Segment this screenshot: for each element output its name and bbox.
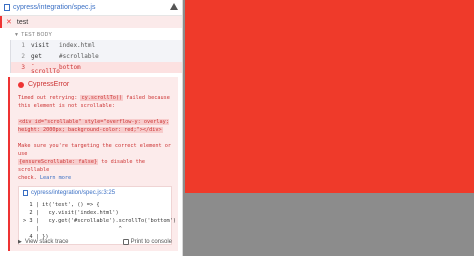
print-icon <box>122 239 129 245</box>
command-name: visit <box>31 42 50 49</box>
error-code: <div id="scrollable" style="overflow-y: … <box>18 119 169 133</box>
test-title[interactable]: test <box>17 19 28 26</box>
error-panel: CypressError Timed out retrying: cy.scro… <box>8 77 178 251</box>
error-title: CypressError <box>28 81 70 88</box>
code-frame: cypress/integration/spec.js:3:25 1 | it(… <box>18 186 177 245</box>
learn-more-link[interactable]: Learn more <box>40 175 71 181</box>
command-number: 3 <box>21 64 25 71</box>
error-code: {ensureScrollable: false} <box>18 159 99 165</box>
command-row[interactable]: 1 visit index.html <box>10 40 182 51</box>
command-message: index.html <box>59 42 96 49</box>
file-icon <box>23 190 28 196</box>
spec-path[interactable]: cypress/integration/spec.js <box>13 4 95 11</box>
error-icon <box>18 81 24 88</box>
warning-icon <box>170 3 178 10</box>
error-message: Timed out retrying: cy.scrollTo() failed… <box>18 94 172 182</box>
failed-icon: ✕ <box>6 19 12 26</box>
spec-path-bar[interactable]: cypress/integration/spec.js <box>0 0 182 16</box>
command-number: 1 <box>21 42 25 49</box>
caret-right-icon: ▶ <box>18 239 22 245</box>
print-to-console-button[interactable]: Print to console <box>122 239 172 245</box>
command-number: 2 <box>21 53 25 60</box>
code-line-highlighted: > 3 | cy.get('#scrollable').scrollTo('bo… <box>23 218 177 224</box>
code-frame-file[interactable]: cypress/integration/spec.js:3:25 <box>23 190 167 196</box>
scrollable-element[interactable] <box>185 0 474 193</box>
command-message: #scrollable <box>59 53 99 60</box>
reporter-panel: cypress/integration/spec.js ✕ test ▼ TES… <box>0 0 183 256</box>
stack-trace-row: ▶ View stack trace Print to console <box>18 239 172 245</box>
error-header: CypressError <box>18 81 172 88</box>
view-stack-trace-button[interactable]: View stack trace <box>25 239 69 245</box>
error-text: Make sure you're targeting the correct e… <box>18 143 172 157</box>
print-to-console-label[interactable]: Print to console <box>131 239 172 245</box>
code-frame-path[interactable]: cypress/integration/spec.js:3:25 <box>31 190 115 196</box>
command-name: get <box>31 53 42 60</box>
code-line: | ^ <box>23 226 122 232</box>
test-body-header[interactable]: ▼ TEST BODY <box>0 28 182 40</box>
code-line: 2 | cy.visit('index.html') <box>23 210 119 216</box>
test-title-row[interactable]: ✕ test <box>0 16 182 28</box>
error-text: Timed out retrying: <box>18 95 81 101</box>
command-name: -scrollTo <box>31 60 60 75</box>
file-icon <box>4 4 10 11</box>
caret-down-icon: ▼ <box>14 32 20 38</box>
code-line: 1 | it('test', () => { <box>23 202 100 208</box>
command-row-failed[interactable]: 3 -scrollTo bottom <box>10 60 182 75</box>
error-code: cy.scrollTo() <box>80 95 124 101</box>
command-message: bottom <box>59 64 81 71</box>
test-body-label: TEST BODY <box>21 32 53 38</box>
